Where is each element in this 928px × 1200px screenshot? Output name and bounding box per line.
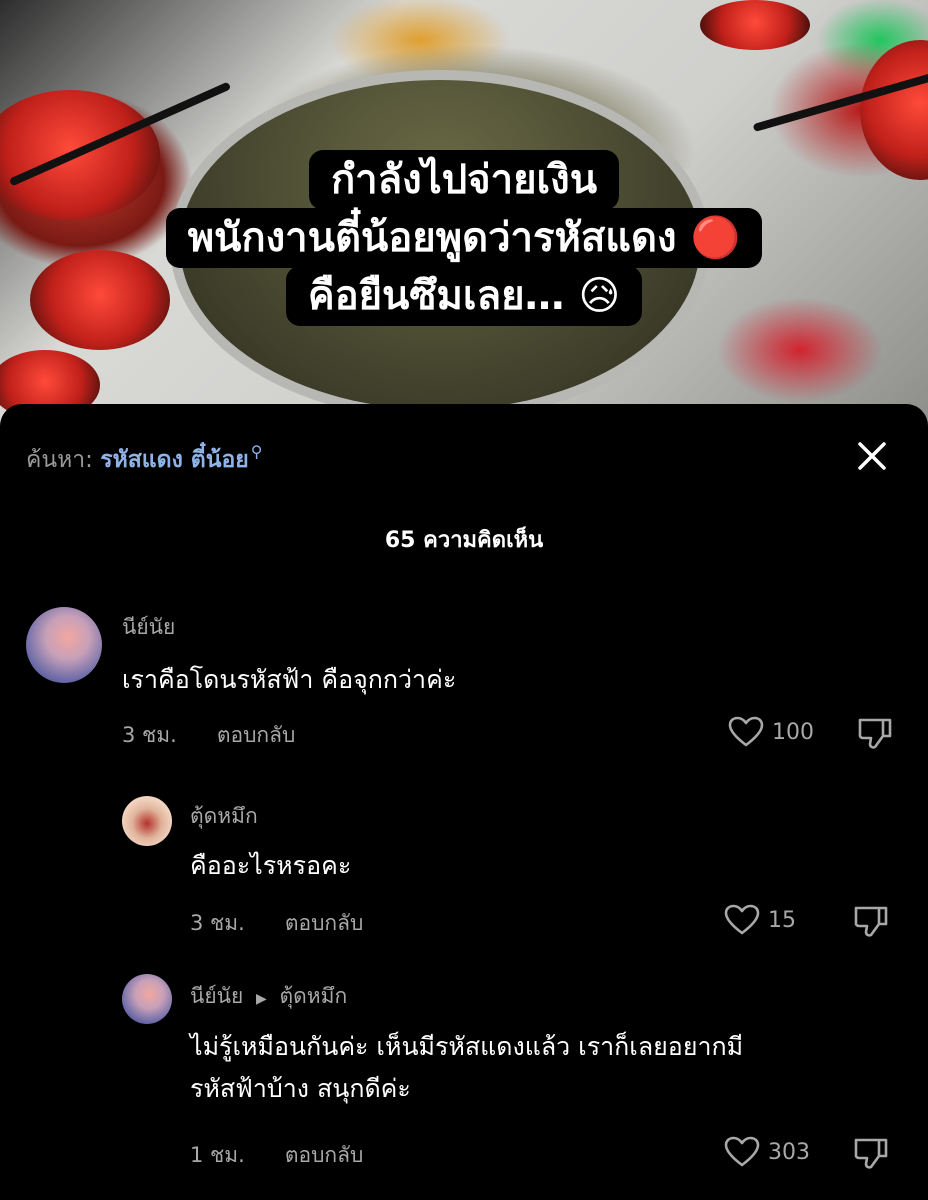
- comments-sheet: ค้นหา: รหัสแดง ตี๋น้อย ⚲ 65 ความคิดเห็น น…: [0, 404, 928, 1200]
- comment-username-link[interactable]: นีย์นัย: [190, 984, 243, 1008]
- thumbs-down-icon[interactable]: [853, 1136, 889, 1174]
- reply-button[interactable]: ตอบกลับ: [285, 1143, 364, 1167]
- video-caption: กำลังไปจ่ายเงิน พนักงานตี๋น้อยพูดว่ารหัส…: [0, 150, 928, 326]
- comment-text-line: ไม่รู้เหมือนกันค่ะ เห็นมีรหัสแดงแล้ว เรา…: [190, 1032, 744, 1061]
- comment-time: 3 ชม.: [122, 723, 177, 747]
- comment-time: 3 ชม.: [190, 911, 245, 935]
- comment-username: นีย์นัย ▶ ตุ้ดหมึก: [190, 980, 347, 1013]
- thumbs-down-icon[interactable]: [857, 716, 893, 754]
- avatar[interactable]: [26, 607, 102, 683]
- heart-icon: [724, 904, 760, 935]
- reply-to-username[interactable]: ตุ้ดหมึก: [279, 984, 347, 1008]
- comment-time: 1 ชม.: [190, 1143, 245, 1167]
- close-icon[interactable]: [852, 436, 892, 476]
- video-frame[interactable]: กำลังไปจ่ายเงิน พนักงานตี๋น้อยพูดว่ารหัส…: [0, 0, 928, 430]
- reply-button[interactable]: ตอบกลับ: [217, 723, 296, 747]
- reply-button[interactable]: ตอบกลับ: [285, 911, 364, 935]
- thumbs-down-icon[interactable]: [853, 904, 889, 942]
- search-query[interactable]: รหัสแดง ตี๋น้อย: [100, 447, 249, 473]
- like-button[interactable]: 15: [724, 904, 796, 936]
- like-count: 100: [772, 719, 814, 745]
- search-suggestion[interactable]: ค้นหา: รหัสแดง ตี๋น้อย ⚲: [26, 442, 262, 478]
- bowl-image: [700, 0, 810, 50]
- comment-meta: 3 ชม. ตอบกลับ: [190, 907, 363, 940]
- like-button[interactable]: 303: [724, 1136, 810, 1168]
- like-count: 303: [768, 1139, 810, 1165]
- like-button[interactable]: 100: [728, 716, 814, 748]
- comment-username[interactable]: ตุ้ดหมึก: [190, 800, 258, 833]
- comment-username[interactable]: นีย์นัย: [122, 611, 175, 644]
- caption-line: กำลังไปจ่ายเงิน: [308, 150, 620, 210]
- comment-text-line: รหัสฟ้าบ้าง สนุกดีค่ะ: [190, 1074, 411, 1103]
- like-count: 15: [768, 907, 796, 933]
- comment-text: เราคือโดนรหัสฟ้า คือจุกกว่าค่ะ: [122, 665, 457, 694]
- avatar[interactable]: [122, 796, 172, 846]
- comment-text: ไม่รู้เหมือนกันค่ะ เห็นมีรหัสแดงแล้ว เรา…: [190, 1026, 743, 1110]
- caption-line: คือยืนซึมเลย… 😥: [285, 266, 643, 326]
- search-icon: ⚲: [250, 442, 263, 461]
- caption-line: พนักงานตี๋น้อยพูดว่ารหัสแดง 🔴: [165, 208, 763, 268]
- heart-icon: [728, 716, 764, 747]
- comment-count: 65 ความคิดเห็น: [384, 528, 544, 553]
- heart-icon: [724, 1136, 760, 1167]
- comment-meta: 1 ชม. ตอบกลับ: [190, 1139, 363, 1172]
- search-prefix: ค้นหา:: [26, 447, 93, 473]
- avatar[interactable]: [122, 974, 172, 1024]
- comment-text: คืออะไรหรอคะ: [190, 851, 352, 880]
- reply-arrow-icon: ▶: [256, 991, 267, 1007]
- comment-meta: 3 ชม. ตอบกลับ: [122, 719, 295, 752]
